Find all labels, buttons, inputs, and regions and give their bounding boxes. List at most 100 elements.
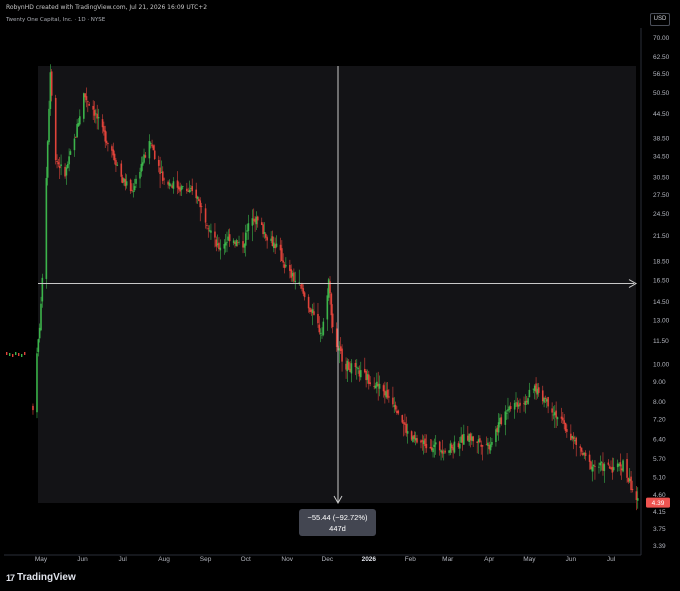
candle-body [319, 332, 322, 334]
candle-body [85, 96, 88, 101]
candle-body [104, 130, 107, 142]
candle-body [301, 283, 303, 289]
candle-body [619, 462, 622, 467]
x-tick-label: Mar [442, 556, 454, 563]
candle-body [331, 313, 334, 328]
y-tick-label: 18.50 [653, 258, 670, 265]
candle-body [434, 442, 437, 445]
candle-body [251, 218, 254, 226]
candle-body [392, 397, 394, 405]
candle-body [32, 405, 34, 411]
x-tick-label: May [35, 556, 48, 563]
candle-body [509, 406, 512, 409]
candle-body [442, 452, 445, 454]
y-tick-label: 38.50 [653, 135, 670, 142]
candle-body [113, 153, 116, 161]
x-tick-label: Dec [322, 556, 334, 563]
candle-body [591, 466, 594, 472]
measure-change-text: −55.44 (−92.72%) [307, 513, 368, 522]
candle-body [341, 348, 343, 362]
price-chart[interactable]: 70.00 62.50 56.50 50.50 44.50 38.50 34.50 30.50… [0, 0, 680, 591]
candle-body [612, 467, 615, 471]
y-tick-label: 8.00 [653, 399, 666, 406]
candle-body [359, 370, 362, 378]
candle-body [18, 353, 20, 356]
candle-body [69, 151, 72, 155]
currency-button[interactable]: USD [650, 13, 670, 26]
candle-body [45, 178, 48, 279]
y-tick-label: 34.50 [653, 154, 670, 161]
candle-body [12, 354, 14, 357]
candle-body [37, 339, 40, 352]
candle-body [551, 408, 553, 413]
candle-body [36, 353, 38, 413]
x-tick-label: 2026 [362, 556, 377, 563]
candle-body [425, 444, 428, 449]
candle-body [281, 248, 283, 262]
candle-body [144, 155, 147, 158]
candle-body [41, 277, 44, 302]
candle-body [438, 441, 441, 451]
candle-body [87, 101, 89, 103]
candle-body [594, 466, 596, 467]
candle-body [54, 97, 57, 161]
y-tick-label: 9.00 [653, 379, 666, 386]
tradingview-logo[interactable]: 17 TradingView [6, 572, 76, 583]
candle-body [92, 105, 94, 110]
candle-body [207, 228, 210, 230]
x-tick-label: Sep [200, 556, 212, 563]
candle-body [293, 272, 295, 282]
candle-body [607, 462, 610, 465]
candle-body [247, 223, 250, 231]
candle-body [489, 444, 492, 451]
candle-body [210, 230, 212, 233]
candle-body [196, 196, 199, 199]
y-tick-label: 14.50 [653, 299, 670, 306]
candle-body [598, 466, 600, 468]
y-tick-label: 11.50 [653, 338, 669, 345]
candle-body [186, 188, 188, 192]
measure-bars-text: 447d [329, 524, 346, 533]
candle-body [388, 396, 390, 398]
candle-body [149, 143, 152, 144]
candle-body [107, 142, 109, 144]
candle-body [129, 179, 132, 191]
candle-body [528, 389, 531, 398]
candle-body [555, 410, 557, 418]
candle-body [60, 164, 62, 166]
candle-body [631, 488, 634, 491]
x-tick-label: Feb [405, 556, 417, 563]
symbol-legend[interactable]: Twenty One Capital, Inc. · 1D · NYSE [6, 17, 105, 23]
candle-body [303, 292, 306, 298]
candle-body [527, 398, 529, 405]
candle-body [228, 234, 231, 242]
candle-body [116, 164, 119, 166]
candle-body [519, 402, 521, 406]
candle-body [204, 208, 207, 223]
candle-body [622, 460, 624, 472]
y-tick-label: 3.75 [653, 526, 666, 533]
candle-body [159, 167, 161, 175]
candle-body [214, 231, 216, 238]
candle-body [264, 233, 267, 238]
candle-body [636, 498, 639, 501]
y-tick-label: 50.50 [653, 90, 670, 97]
candle-body [21, 354, 23, 357]
y-tick-label: 27.50 [653, 192, 670, 199]
candle-body [600, 462, 603, 463]
candle-body [584, 452, 587, 456]
candle-body [215, 239, 218, 247]
candle-body [513, 403, 516, 410]
candle-body [355, 366, 358, 368]
candle-body [256, 216, 259, 221]
candle-body [394, 404, 397, 410]
candle-body [188, 189, 191, 193]
y-tick-label: 4.15 [653, 509, 666, 516]
chart-window: 70.00 62.50 56.50 50.50 44.50 38.50 34.50 30.50… [0, 0, 680, 591]
candle-body [416, 438, 418, 443]
candle-body [335, 328, 338, 348]
candle-body [453, 441, 456, 453]
candle-body [244, 232, 247, 246]
y-tick-label: 7.20 [653, 417, 666, 424]
candle-body [592, 464, 595, 467]
